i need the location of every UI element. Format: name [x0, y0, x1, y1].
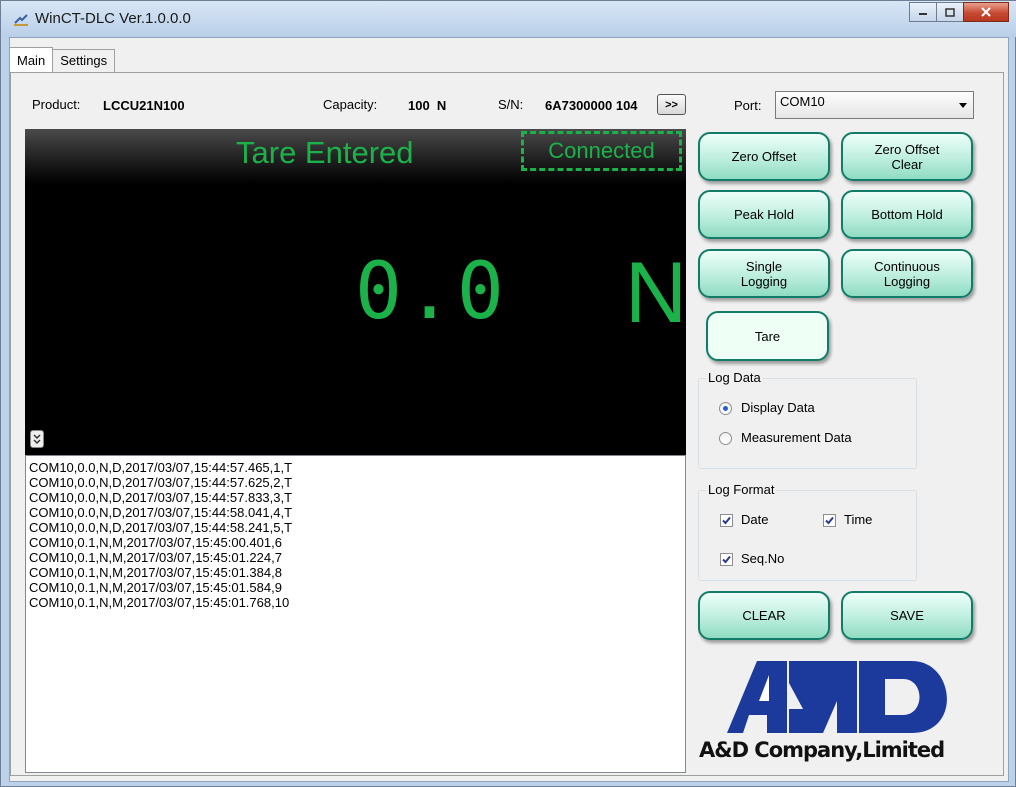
- dropdown-arrow-icon: [959, 103, 967, 108]
- zero-offset-label: Zero Offset: [731, 149, 797, 164]
- checkmark-icon: [722, 516, 731, 525]
- continuous-logging-label-2: Logging: [883, 273, 931, 289]
- svg-text:A&D Company,Limited: A&D Company,Limited: [699, 738, 944, 762]
- tab-settings[interactable]: Settings: [52, 49, 116, 72]
- log-line: COM10,0.0,N,D,2017/03/07,15:44:58.241,5,…: [29, 520, 293, 535]
- log-data-group: [698, 378, 917, 469]
- log-data-title: Log Data: [706, 370, 763, 385]
- zero-offset-clear-label-1: Zero Offset: [874, 141, 940, 157]
- date-label[interactable]: Date: [741, 512, 768, 527]
- measurement-data-radio[interactable]: [719, 432, 732, 445]
- title-bar[interactable]: WinCT-DLC Ver.1.0.0.0: [1, 1, 1016, 37]
- log-line: COM10,0.0,N,D,2017/03/07,15:44:57.625,2,…: [29, 475, 293, 490]
- tare-button[interactable]: Tare: [706, 311, 829, 361]
- bottom-hold-label: Bottom Hold: [871, 207, 943, 222]
- capacity-label: Capacity:: [323, 97, 378, 112]
- zero-offset-clear-button[interactable]: Zero Offset Clear: [841, 132, 973, 181]
- sn-value: 6A7300000 104: [545, 98, 638, 113]
- save-label: SAVE: [890, 608, 924, 623]
- clear-button[interactable]: CLEAR: [698, 591, 830, 640]
- log-line: COM10,0.1,N,M,2017/03/07,15:45:01.384,8: [29, 565, 282, 580]
- bottom-hold-button[interactable]: Bottom Hold: [841, 190, 973, 239]
- sn-label: S/N:: [498, 97, 524, 112]
- zero-offset-clear-label-2: Clear: [891, 156, 923, 172]
- weight-reading: 0.0: [355, 247, 508, 337]
- close-icon: [981, 7, 991, 17]
- zero-offset-button[interactable]: Zero Offset: [698, 132, 830, 181]
- continuous-logging-button[interactable]: Continuous Logging: [841, 249, 973, 298]
- close-button[interactable]: [963, 2, 1009, 22]
- save-button[interactable]: SAVE: [841, 591, 973, 640]
- app-icon: [14, 14, 28, 26]
- status-text: Tare Entered: [236, 135, 414, 170]
- continuous-logging-label-1: Continuous: [874, 258, 940, 274]
- clear-label: CLEAR: [742, 608, 786, 623]
- expand-button[interactable]: [30, 430, 44, 448]
- measurement-data-label[interactable]: Measurement Data: [741, 430, 852, 445]
- product-label: Product:: [32, 97, 81, 112]
- port-select[interactable]: COM10: [775, 91, 974, 119]
- log-line: COM10,0.0,N,D,2017/03/07,15:44:58.041,4,…: [29, 505, 293, 520]
- minimize-button[interactable]: [909, 2, 937, 22]
- weight-display: Tare Entered Connected 0.0 N: [25, 129, 688, 455]
- capacity-value: 100 N: [408, 98, 447, 113]
- checkmark-icon: [722, 555, 731, 564]
- log-format-title: Log Format: [706, 482, 777, 497]
- log-line: COM10,0.0,N,D,2017/03/07,15:44:57.465,1,…: [29, 460, 293, 475]
- tab-bar: Main Settings: [9, 47, 116, 73]
- time-label[interactable]: Time: [844, 512, 872, 527]
- connection-status: Connected: [521, 131, 682, 171]
- chevron-double-down-icon: [33, 434, 41, 445]
- single-logging-button[interactable]: Single Logging: [698, 249, 830, 298]
- app-window: WinCT-DLC Ver.1.0.0.0 Main Settings Prod…: [0, 0, 1016, 787]
- log-list[interactable]: COM10,0.0,N,D,2017/03/07,15:44:57.465,1,…: [25, 455, 686, 773]
- log-line: COM10,0.1,N,M,2017/03/07,15:45:01.584,9: [29, 580, 282, 595]
- tare-label: Tare: [754, 328, 781, 344]
- company-logo: A&D Company,Limited: [699, 661, 947, 762]
- single-logging-label-1: Single: [745, 258, 783, 274]
- tab-main[interactable]: Main: [9, 47, 54, 72]
- peak-hold-button[interactable]: Peak Hold: [698, 190, 830, 239]
- forward-button[interactable]: >>: [657, 94, 686, 115]
- seq-no-label[interactable]: Seq.No: [741, 551, 784, 566]
- port-value: COM10: [780, 94, 825, 109]
- minimize-icon: [919, 13, 927, 15]
- single-logging-label-2: Logging: [740, 273, 788, 289]
- log-format-group: [698, 490, 917, 581]
- time-checkbox[interactable]: [823, 514, 836, 527]
- maximize-icon: [945, 7, 955, 17]
- display-data-label[interactable]: Display Data: [741, 400, 815, 415]
- weight-unit: N: [625, 245, 688, 341]
- seq-no-checkbox[interactable]: [720, 553, 733, 566]
- peak-hold-label: Peak Hold: [734, 207, 794, 222]
- product-value: LCCU21N100: [103, 98, 185, 113]
- checkmark-icon: [825, 516, 834, 525]
- log-line: COM10,0.1,N,M,2017/03/07,15:45:01.768,10: [29, 595, 290, 610]
- display-data-radio[interactable]: [719, 402, 732, 415]
- log-line: COM10,0.1,N,M,2017/03/07,15:45:01.224,7: [29, 550, 282, 565]
- log-line: COM10,0.0,N,D,2017/03/07,15:44:57.833,3,…: [29, 490, 293, 505]
- window-title: WinCT-DLC Ver.1.0.0.0: [35, 10, 191, 27]
- maximize-button[interactable]: [936, 2, 964, 22]
- date-checkbox[interactable]: [720, 514, 733, 527]
- port-label: Port:: [734, 98, 762, 113]
- log-line: COM10,0.1,N,M,2017/03/07,15:45:00.401,6: [29, 535, 282, 550]
